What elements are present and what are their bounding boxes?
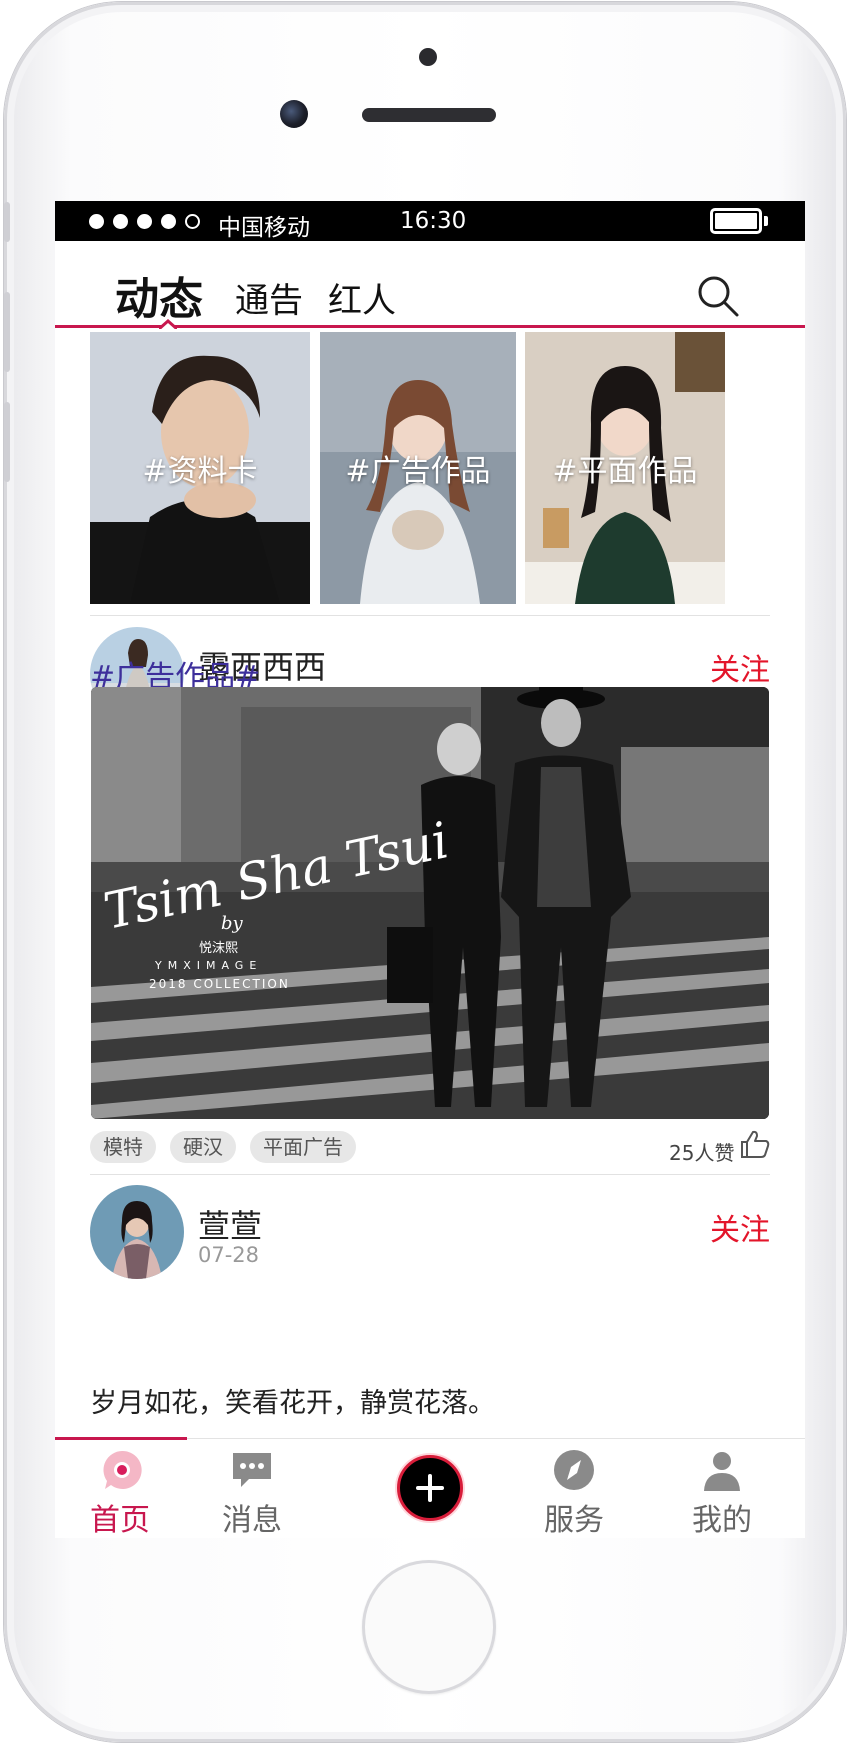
- post-image[interactable]: Tsim Sha Tsui by 悦沫熙 YMXIMAGE 2018 COLLE…: [91, 687, 769, 1119]
- post-author-name[interactable]: 萱萱: [198, 1201, 262, 1247]
- tag-chip[interactable]: 模特: [90, 1131, 156, 1163]
- signal-strength-icon: [89, 214, 200, 229]
- signal-dot: [137, 214, 152, 229]
- volume-down-button: [4, 402, 10, 482]
- tab-hongren[interactable]: 红人: [328, 273, 396, 322]
- status-time: 16:30: [400, 208, 467, 234]
- tab-label: 我的: [692, 1503, 752, 1538]
- overlay-brand-cn: 悦沫熙: [199, 941, 239, 956]
- overlay-by: by: [221, 913, 243, 934]
- category-card-ad-works[interactable]: #广告作品: [320, 332, 516, 604]
- post-tags: 模特 硬汉 平面广告: [90, 1131, 356, 1163]
- battery-icon: [710, 208, 762, 234]
- tab-label: 消息: [222, 1503, 282, 1538]
- category-label: #资料卡: [142, 454, 258, 489]
- profile-icon: [704, 1452, 740, 1491]
- top-nav: 动态 通告 红人: [55, 241, 805, 329]
- follow-button[interactable]: 关注: [710, 645, 770, 689]
- phone-frame: 中国移动 16:30 动态 通告 红人 #资料卡 #广告作品 #平面作品 露西西…: [4, 2, 846, 1742]
- divider: [90, 1174, 770, 1175]
- divider: [90, 615, 770, 616]
- signal-dot: [161, 214, 176, 229]
- status-bar: 中国移动 16:30: [55, 201, 805, 241]
- tag-chip[interactable]: 硬汉: [170, 1131, 236, 1163]
- category-label: #广告作品: [345, 454, 491, 489]
- tag-chip[interactable]: 平面广告: [250, 1131, 356, 1163]
- compass-icon: [554, 1450, 594, 1490]
- overlay-collection: 2018 COLLECTION: [149, 977, 290, 991]
- battery-tip: [764, 216, 768, 226]
- earpiece-speaker: [362, 108, 496, 122]
- thumbs-up-icon[interactable]: [739, 1129, 771, 1159]
- message-icon: [233, 1453, 271, 1487]
- signal-dot: [89, 214, 104, 229]
- home-button[interactable]: [362, 1560, 496, 1694]
- avatar[interactable]: [90, 1185, 184, 1279]
- proximity-sensor: [419, 48, 437, 66]
- tab-profile[interactable]: 我的: [647, 1439, 797, 1538]
- category-card-print-works[interactable]: #平面作品: [525, 332, 725, 604]
- home-icon: [103, 1450, 142, 1489]
- active-tab-indicator: [159, 319, 177, 329]
- carrier-name: 中国移动: [218, 215, 310, 241]
- search-icon[interactable]: [695, 273, 741, 319]
- add-post-button[interactable]: [397, 1455, 463, 1521]
- signal-dot: [113, 214, 128, 229]
- tab-messages[interactable]: 消息: [177, 1439, 327, 1538]
- category-card-profile[interactable]: #资料卡: [90, 332, 310, 604]
- volume-up-button: [4, 292, 10, 372]
- tab-label: 服务: [544, 1503, 604, 1538]
- tab-services[interactable]: 服务: [499, 1439, 649, 1538]
- tab-dongtai[interactable]: 动态: [115, 263, 203, 327]
- bottom-tab-bar: 首页 消息 服务 我的: [55, 1437, 805, 1538]
- tab-label: 首页: [90, 1503, 150, 1538]
- avatar-photo: [90, 1185, 184, 1279]
- category-label: #平面作品: [552, 454, 698, 489]
- follow-button[interactable]: 关注: [710, 1205, 770, 1249]
- signal-dot-empty: [185, 214, 200, 229]
- app-screen: 中国移动 16:30 动态 通告 红人 #资料卡 #广告作品 #平面作品 露西西…: [55, 201, 805, 1538]
- post-text: 岁月如花，笑看花开，静赏花落。: [90, 1388, 495, 1419]
- overlay-brand-en: YMXIMAGE: [155, 959, 263, 972]
- category-cards: #资料卡 #广告作品 #平面作品: [90, 332, 770, 604]
- tab-tonggao[interactable]: 通告: [235, 273, 303, 322]
- post-time: 07-28: [198, 1243, 260, 1267]
- like-count: 25人赞: [669, 1141, 735, 1165]
- plus-icon: [416, 1474, 444, 1502]
- mute-switch: [4, 202, 10, 242]
- front-camera: [280, 100, 308, 128]
